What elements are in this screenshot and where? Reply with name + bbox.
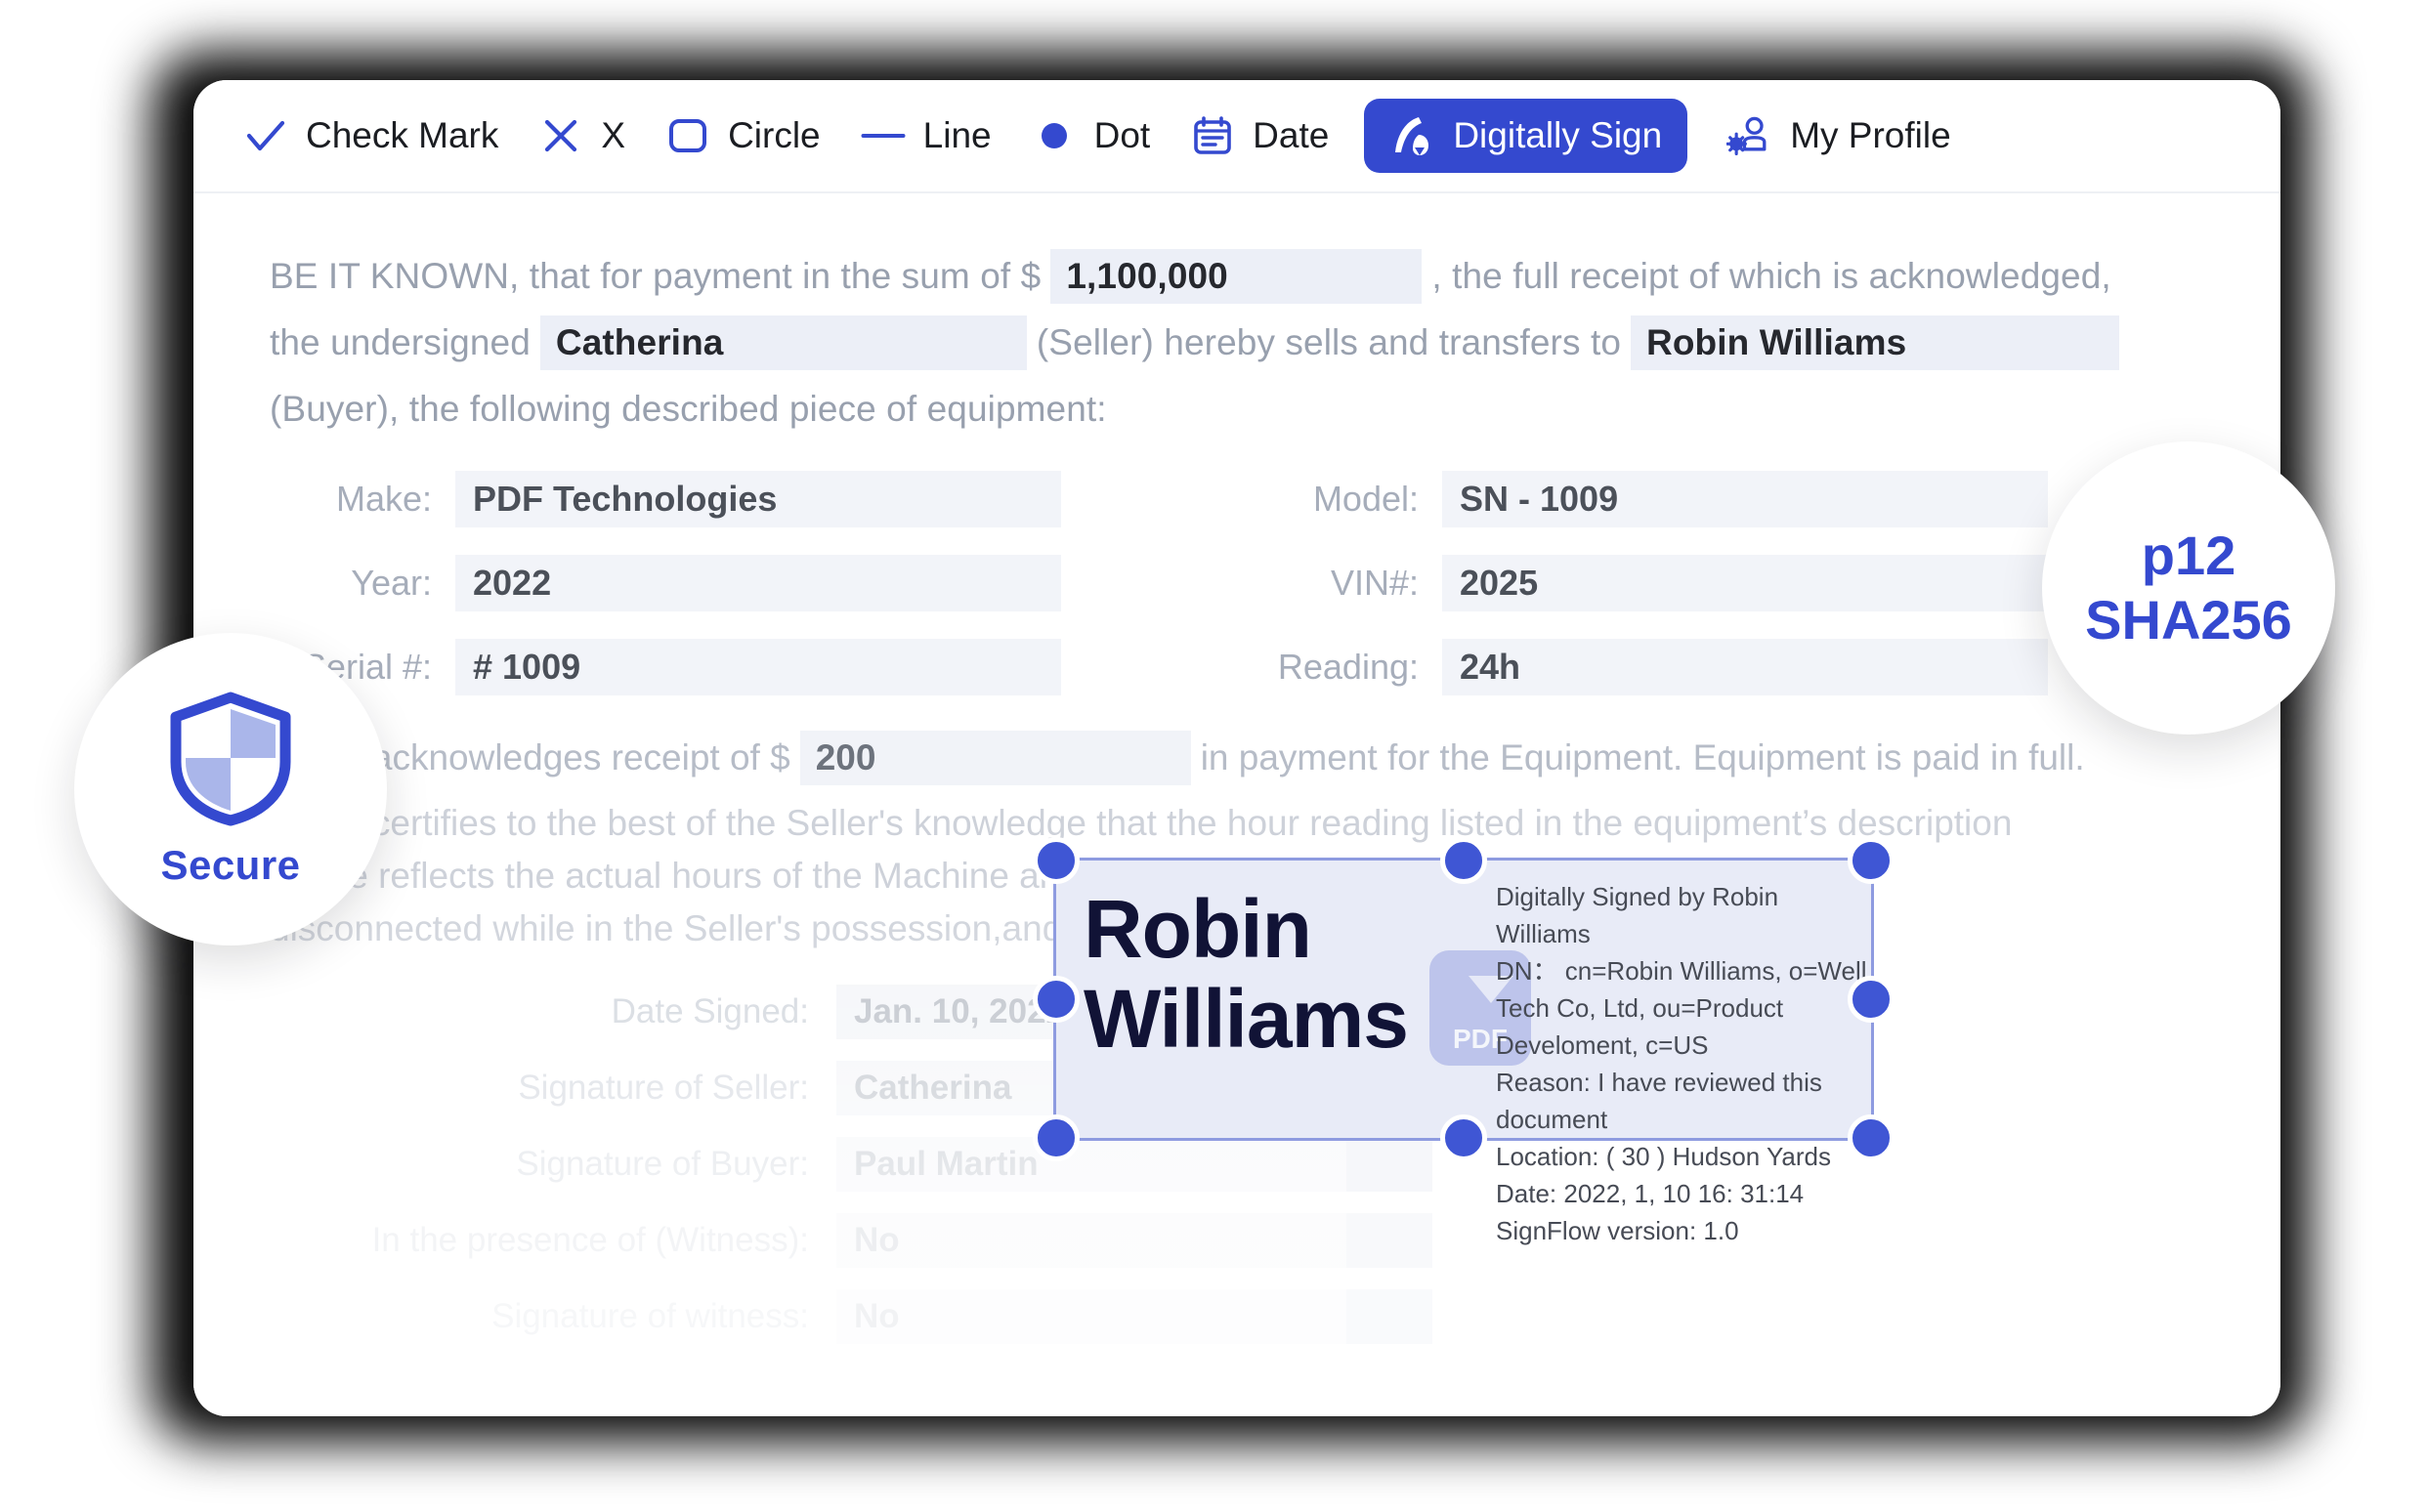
- signature-buyer-label: Signature of Buyer:: [516, 1145, 809, 1183]
- date-signed-label: Date Signed:: [611, 992, 809, 1030]
- year-field[interactable]: 2022: [455, 555, 1061, 611]
- make-label: Make:: [335, 479, 432, 519]
- signature-detail-line-2: DN： cn=Robin Williams, o=Well: [1496, 956, 1867, 986]
- signature-witness-field[interactable]: No: [836, 1289, 1432, 1344]
- seller-transfer-text: (Seller) hereby sells and transfers to: [1036, 322, 1622, 362]
- year-label: Year:: [351, 563, 432, 603]
- seller-name-field[interactable]: Catherina: [539, 315, 1027, 370]
- check-icon: [242, 112, 289, 159]
- certification-line-1: Seller certifies to the best of the Sell…: [270, 803, 2013, 843]
- pdf-editor-window: Check Mark X Circle Line Dot Date Digita…: [193, 80, 2280, 1416]
- signature-name-text: Robin Williams: [1084, 883, 1409, 1065]
- payment-amount-field[interactable]: 200: [799, 731, 1191, 785]
- signature-detail-line-9: SignFlow version: 1.0: [1496, 1216, 1739, 1245]
- tool-line-label: Line: [922, 115, 992, 155]
- tool-check-mark[interactable]: Check Mark: [223, 103, 518, 169]
- rounded-square-icon: [664, 112, 711, 159]
- signature-witness-label: Signature of witness:: [491, 1297, 809, 1335]
- resize-handle-top-left[interactable]: [1033, 837, 1080, 884]
- tool-circle-label: Circle: [728, 115, 821, 155]
- sum-amount-field[interactable]: 1,100,000: [1050, 249, 1423, 304]
- signature-detail-line-1: Digitally Signed by Robin Williams: [1496, 882, 1779, 948]
- dot-icon: [1031, 112, 1078, 159]
- tool-circle[interactable]: Circle: [645, 103, 840, 169]
- resize-handle-middle-right[interactable]: [1848, 976, 1895, 1023]
- my-profile-label: My Profile: [1790, 115, 1951, 155]
- signature-detail-line-6: document: [1496, 1105, 1608, 1134]
- signature-buyer-field[interactable]: Paul Martin: [836, 1137, 1432, 1192]
- resize-handle-top-center[interactable]: [1440, 837, 1487, 884]
- screenshot-root: Check Mark X Circle Line Dot Date Digita…: [0, 0, 2427, 1512]
- tool-dot-label: Dot: [1093, 115, 1151, 155]
- reading-field[interactable]: 24h: [1442, 639, 2048, 695]
- tool-date-label: Date: [1253, 115, 1330, 155]
- make-field[interactable]: PDF Technologies: [455, 471, 1061, 527]
- secure-badge-label: Secure: [160, 842, 301, 888]
- tool-x[interactable]: X: [518, 103, 645, 169]
- witness-presence-label: In the presence of (Witness):: [371, 1221, 809, 1259]
- signature-detail-line-4: Develoment, c=US: [1496, 1030, 1709, 1060]
- intro-line-3: (Buyer), the following described piece o…: [270, 377, 2204, 441]
- digitally-sign-button[interactable]: Digitally Sign: [1364, 99, 1688, 173]
- model-label: Model:: [1312, 479, 1419, 519]
- intro-line-1: BE IT KNOWN, that for payment in the sum…: [270, 244, 2204, 309]
- payment-receipt-line: Seller acknowledges receipt of $ 200 in …: [270, 731, 2204, 785]
- vin-field[interactable]: 2025: [1442, 555, 2048, 611]
- model-field[interactable]: SN - 1009: [1442, 471, 2048, 527]
- tool-date[interactable]: Date: [1170, 103, 1348, 169]
- resize-handle-bottom-left[interactable]: [1033, 1114, 1080, 1161]
- document-body: BE IT KNOWN, that for payment in the sum…: [193, 193, 2280, 1416]
- signature-row-buyer: Signature of Buyer: Paul Martin: [270, 1137, 2204, 1192]
- equipment-row-make: Make: PDF Technologies: [270, 471, 1237, 527]
- equipment-row-year: Year: 2022: [270, 555, 1237, 611]
- intro-line-2: the undersigned Catherina (Seller) hereb…: [270, 311, 2204, 375]
- x-icon: [537, 112, 584, 159]
- intro-text-after: , the full receipt of which is acknowled…: [1431, 256, 2111, 296]
- my-profile-button[interactable]: My Profile: [1707, 103, 1970, 169]
- vin-label: VIN#:: [1330, 563, 1419, 603]
- tool-line[interactable]: Line: [840, 103, 1011, 169]
- resize-handle-top-right[interactable]: [1848, 837, 1895, 884]
- crypto-badge: p12 SHA256: [2042, 441, 2335, 735]
- serial-field[interactable]: # 1009: [455, 639, 1061, 695]
- calendar-icon: [1189, 112, 1236, 159]
- digitally-sign-label: Digitally Sign: [1453, 115, 1663, 155]
- signature-detail-line-3: Tech Co, Ltd, ou=Product: [1496, 993, 1784, 1023]
- digital-signature-object[interactable]: PDF Robin Williams Digitally Signed by R…: [1033, 837, 1895, 1245]
- resize-handle-bottom-center[interactable]: [1440, 1114, 1487, 1161]
- equipment-details-grid: Make: PDF Technologies Year: 2022 Serial…: [270, 471, 2204, 723]
- signature-detail-line-5: Reason: I have reviewed this: [1496, 1068, 1822, 1097]
- payment-text-after: in payment for the Equipment. Equipment …: [1200, 737, 2085, 777]
- undersigned-text: the undersigned: [270, 322, 531, 362]
- equipment-column-left: Make: PDF Technologies Year: 2022 Serial…: [270, 471, 1237, 723]
- witness-presence-field[interactable]: No: [836, 1213, 1432, 1268]
- signature-row-witness: Signature of witness: No: [270, 1289, 2204, 1344]
- crypto-badge-line-1: p12: [2141, 525, 2236, 586]
- line-icon: [860, 112, 907, 159]
- buyer-equipment-text: (Buyer), the following described piece o…: [270, 389, 1107, 429]
- signature-detail-line-8: Date: 2022, 1, 10 16: 31:14: [1496, 1179, 1805, 1208]
- user-gear-icon: [1726, 112, 1773, 159]
- secure-badge: Secure: [74, 633, 387, 945]
- signature-detail-line-7: Location: ( 30 ) Hudson Yards: [1496, 1142, 1832, 1171]
- resize-handle-middle-left[interactable]: [1033, 976, 1080, 1023]
- equipment-row-serial: Serial #: # 1009: [270, 639, 1237, 695]
- crypto-badge-line-2: SHA256: [2085, 589, 2292, 651]
- reading-label: Reading:: [1277, 647, 1419, 687]
- shield-icon: [170, 692, 291, 826]
- signature-details-text: Digitally Signed by Robin Williams DN： c…: [1496, 878, 1867, 1249]
- tool-x-label: X: [601, 115, 626, 155]
- annotation-toolbar: Check Mark X Circle Line Dot Date Digita…: [193, 80, 2280, 193]
- resize-handle-bottom-right[interactable]: [1848, 1114, 1895, 1161]
- buyer-name-field[interactable]: Robin Williams: [1631, 315, 2120, 370]
- signature-seller-label: Signature of Seller:: [518, 1069, 809, 1107]
- tool-check-mark-label: Check Mark: [306, 115, 499, 155]
- quill-pen-icon: [1389, 112, 1436, 159]
- intro-text-before: BE IT KNOWN, that for payment in the sum…: [270, 256, 1042, 296]
- signature-row-witness-presence: In the presence of (Witness): No: [270, 1213, 2204, 1268]
- tool-dot[interactable]: Dot: [1011, 103, 1171, 169]
